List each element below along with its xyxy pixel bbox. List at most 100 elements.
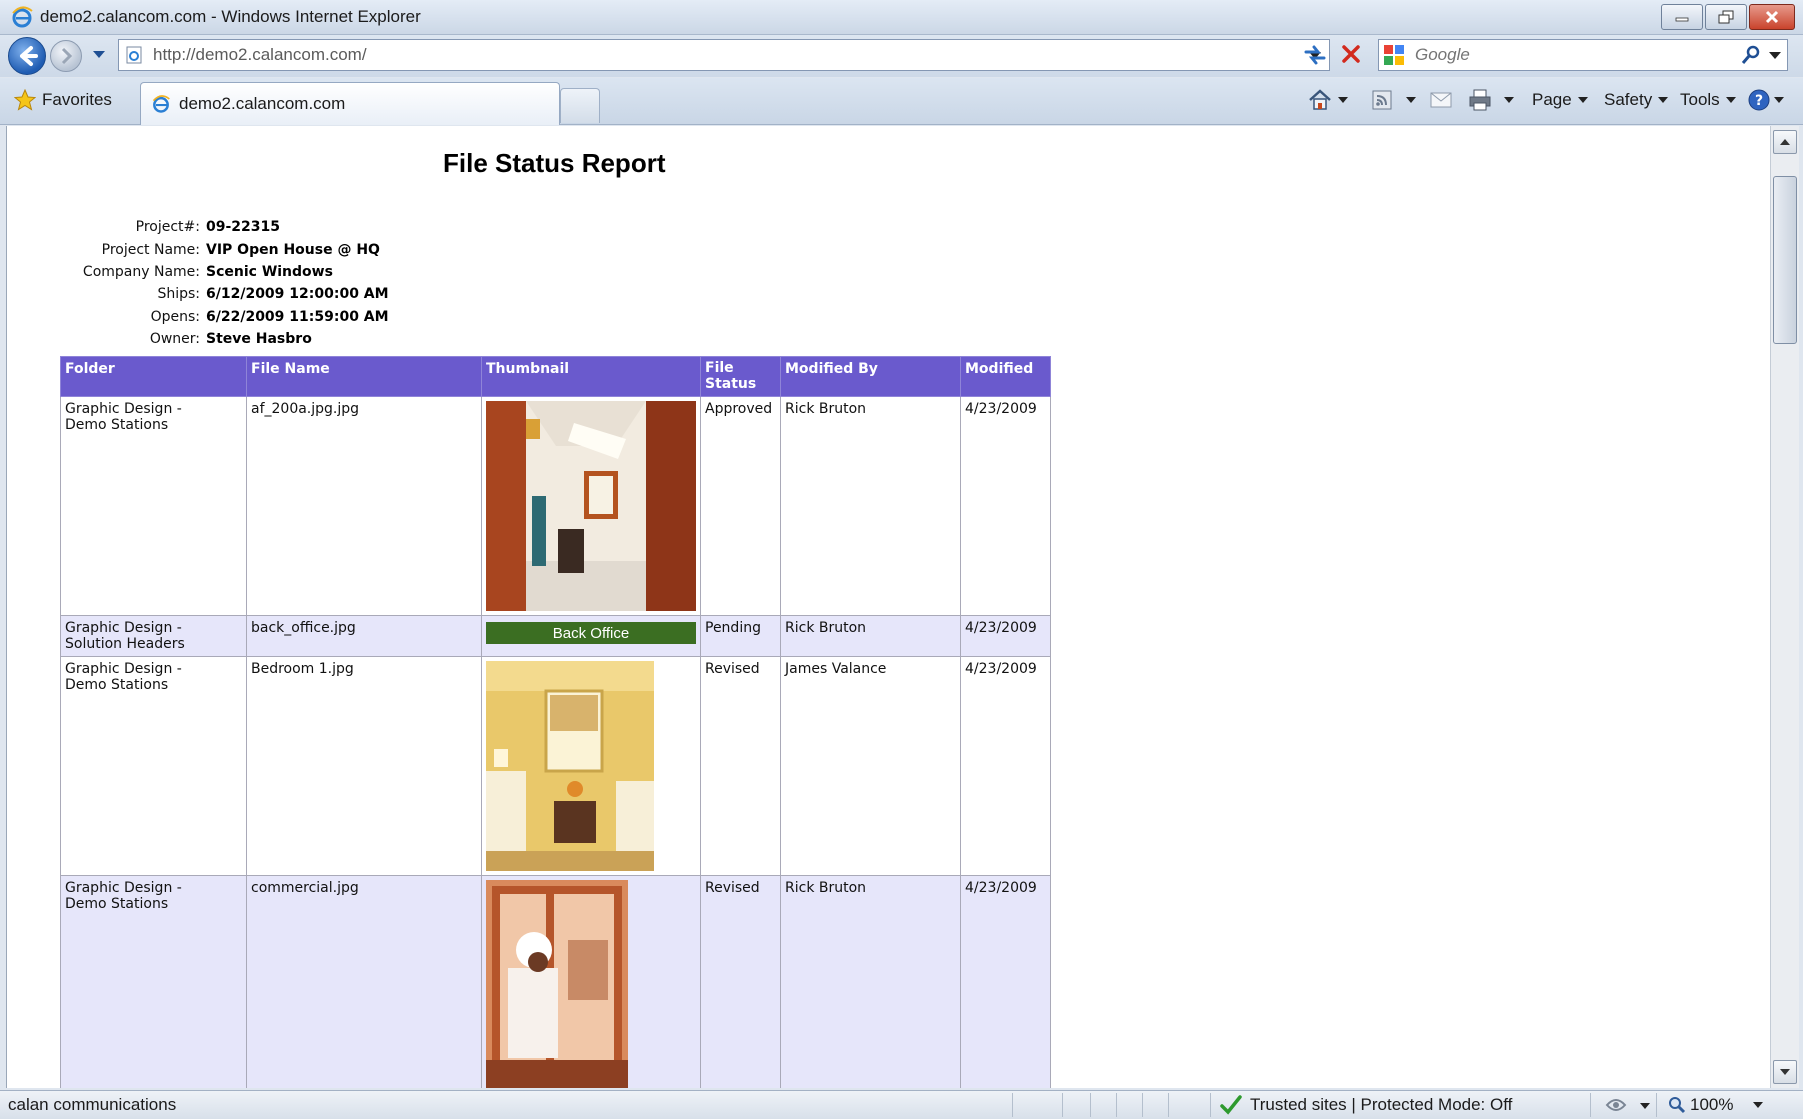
- cell-folder: Graphic Design - Solution Headers: [60, 615, 247, 657]
- tools-menu-label: Tools: [1680, 90, 1720, 109]
- cell-modified-by: Rick Bruton: [780, 875, 961, 1088]
- restore-icon: [1718, 10, 1734, 24]
- table-row: Graphic Design - Demo Stations af_200a.j…: [60, 396, 1051, 616]
- folder-line2: Solution Headers: [65, 636, 185, 652]
- info-row-owner: Owner: Steve Hasbro: [57, 328, 389, 350]
- search-options-dropdown-icon[interactable]: [1769, 52, 1781, 60]
- zoom-level: 100%: [1690, 1095, 1734, 1114]
- search-input[interactable]: [1413, 43, 1717, 67]
- cell-modified: 4/23/2009: [960, 615, 1051, 657]
- cell-file-status: Approved: [700, 396, 781, 616]
- cell-thumbnail: [481, 396, 701, 616]
- column-header-modified-by[interactable]: Modified By: [780, 356, 961, 397]
- refresh-icon[interactable]: [1302, 43, 1328, 67]
- info-row-ships: Ships: 6/12/2009 12:00:00 AM: [57, 283, 388, 305]
- column-header-modified[interactable]: Modified: [960, 356, 1051, 397]
- column-header-file-name[interactable]: File Name: [246, 356, 482, 397]
- ie-tab-icon: [152, 95, 170, 113]
- scroll-down-arrow-icon: [1780, 1069, 1790, 1075]
- column-header-folder[interactable]: Folder: [60, 356, 247, 397]
- status-separator: [1012, 1093, 1013, 1117]
- feeds-button[interactable]: [1372, 86, 1416, 114]
- print-button[interactable]: [1468, 86, 1514, 114]
- folder-line2: Demo Stations: [65, 417, 169, 433]
- folder-line2: Demo Stations: [65, 896, 169, 912]
- url-input[interactable]: [151, 43, 1255, 67]
- report-title: File Status Report: [443, 148, 666, 178]
- new-tab-button[interactable]: [560, 88, 600, 123]
- info-row-opens: Opens: 6/22/2009 11:59:00 AM: [57, 306, 389, 328]
- scroll-thumb[interactable]: [1773, 176, 1797, 344]
- table-row: Graphic Design - Demo Stations Bedroom 1…: [60, 656, 1051, 876]
- feeds-dropdown-icon[interactable]: [1406, 97, 1416, 103]
- pop-up-settings-icon[interactable]: [1604, 1095, 1628, 1115]
- zoom-dropdown-icon: [1753, 1102, 1764, 1108]
- search-icon[interactable]: [1741, 45, 1761, 65]
- cell-modified-by: James Valance: [780, 656, 961, 876]
- google-icon: [1384, 45, 1404, 65]
- mail-icon: [1430, 92, 1452, 108]
- close-button[interactable]: [1749, 4, 1795, 30]
- column-header-file-status[interactable]: File Status: [700, 356, 781, 397]
- info-row-project-name: Project Name: VIP Open House @ HQ: [57, 238, 389, 260]
- scroll-up-button[interactable]: [1773, 130, 1797, 154]
- help-button[interactable]: ?: [1748, 86, 1784, 114]
- cell-modified: 4/23/2009: [960, 656, 1051, 876]
- search-box[interactable]: [1378, 39, 1788, 71]
- cell-file-name: commercial.jpg: [246, 875, 482, 1088]
- info-label: Opens:: [150, 308, 200, 325]
- tab-demo2[interactable]: demo2.calancom.com: [140, 82, 560, 125]
- cell-file-name: af_200a.jpg.jpg: [246, 396, 482, 616]
- status-separator: [1590, 1093, 1591, 1117]
- page-dropdown-icon: [1577, 97, 1588, 103]
- stop-icon[interactable]: [1340, 43, 1362, 65]
- info-row-company-name: Company Name: Scenic Windows: [57, 261, 389, 283]
- window-title: demo2.calancom.com - Windows Internet Ex…: [40, 7, 421, 26]
- zoom-magnifier-icon: [1669, 1097, 1686, 1114]
- thumbnail-image[interactable]: [486, 401, 696, 611]
- security-zone[interactable]: Trusted sites | Protected Mode: Off: [1220, 1095, 1512, 1115]
- pop-up-dropdown-icon[interactable]: [1640, 1103, 1650, 1109]
- info-value: Steve Hasbro: [206, 331, 312, 348]
- safety-menu-label: Safety: [1604, 90, 1653, 109]
- thumbnail-image[interactable]: [486, 880, 628, 1088]
- status-separator: [1062, 1093, 1063, 1117]
- minimize-button[interactable]: [1661, 4, 1703, 30]
- safety-dropdown-icon: [1658, 97, 1669, 103]
- info-label: Company Name:: [82, 263, 200, 280]
- recent-pages-dropdown-icon[interactable]: [92, 50, 106, 60]
- zoom-control[interactable]: 100%: [1668, 1095, 1764, 1115]
- info-row-project-number: Project#: 09-22315: [57, 216, 389, 238]
- home-button[interactable]: [1308, 86, 1348, 114]
- page-icon: [126, 46, 142, 64]
- home-dropdown-icon[interactable]: [1338, 97, 1348, 103]
- info-value: VIP Open House @ HQ: [206, 241, 380, 258]
- help-icon: ?: [1748, 89, 1770, 111]
- cell-file-status: Revised: [700, 656, 781, 876]
- thumbnail-image[interactable]: [486, 661, 654, 871]
- info-label: Project Name:: [101, 241, 200, 258]
- cell-file-status: Revised: [700, 875, 781, 1088]
- print-dropdown-icon[interactable]: [1504, 97, 1514, 103]
- favorites-button[interactable]: Favorites: [14, 86, 112, 114]
- cell-folder: Graphic Design - Demo Stations: [60, 875, 247, 1088]
- svg-text:?: ?: [1755, 93, 1763, 109]
- page-menu[interactable]: Page: [1532, 86, 1588, 114]
- help-dropdown-icon[interactable]: [1774, 97, 1784, 103]
- column-header-file-status-line2: Status: [705, 376, 757, 392]
- address-field[interactable]: [118, 39, 1330, 71]
- forward-button[interactable]: [50, 40, 82, 72]
- read-mail-button[interactable]: [1430, 86, 1452, 114]
- thumbnail-banner[interactable]: Back Office: [486, 622, 696, 644]
- back-button[interactable]: [8, 37, 46, 75]
- cell-thumbnail: Back Office: [481, 615, 701, 657]
- column-header-thumbnail[interactable]: Thumbnail: [481, 356, 701, 397]
- vertical-scrollbar[interactable]: [1770, 126, 1799, 1088]
- safety-menu[interactable]: Safety: [1604, 86, 1669, 114]
- scroll-down-button[interactable]: [1773, 1060, 1797, 1084]
- cell-thumbnail: [481, 656, 701, 876]
- cell-file-name: back_office.jpg: [246, 615, 482, 657]
- print-icon: [1469, 89, 1491, 111]
- tools-menu[interactable]: Tools: [1680, 86, 1736, 114]
- restore-button[interactable]: [1705, 4, 1747, 30]
